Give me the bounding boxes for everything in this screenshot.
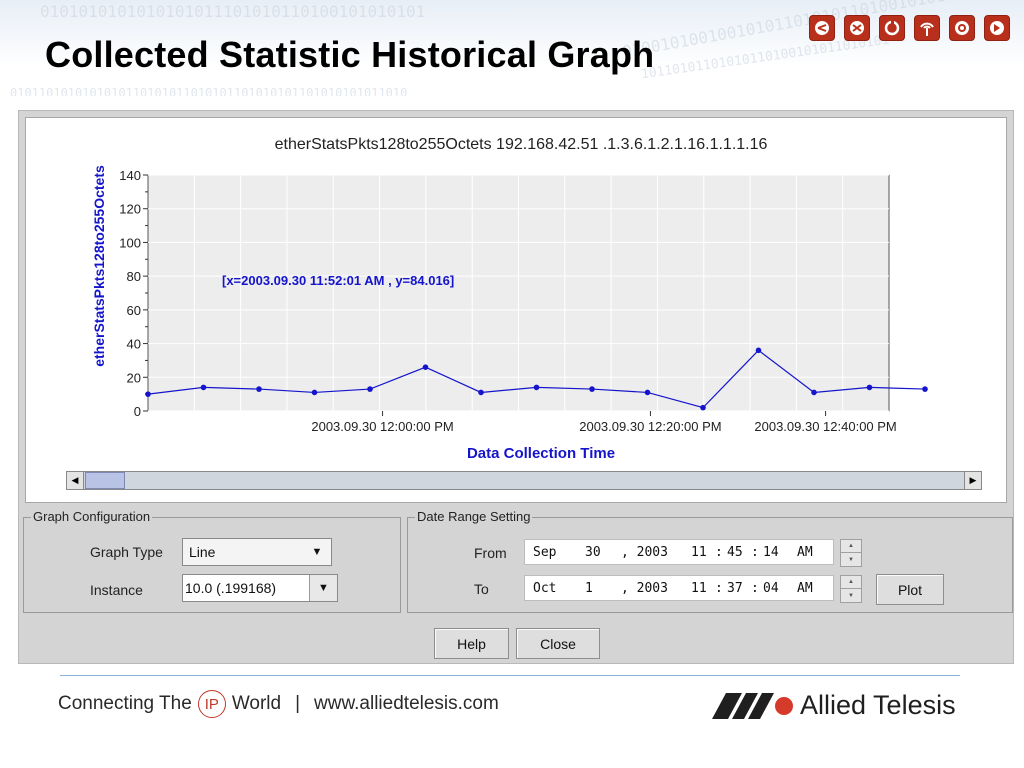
ip-badge: IP bbox=[197, 690, 226, 718]
header-icon-bar bbox=[809, 15, 1010, 41]
to-minute[interactable]: 37 bbox=[727, 581, 743, 596]
scroll-right-button[interactable]: ▶ bbox=[964, 472, 981, 489]
from-datetime-field[interactable]: Sep 30 , 2003 11 : 45 : 14 AM bbox=[524, 539, 834, 565]
data-point bbox=[145, 391, 151, 397]
to-label: To bbox=[474, 581, 489, 597]
to-hour[interactable]: 11 bbox=[691, 581, 707, 596]
to-day[interactable]: 1 bbox=[585, 581, 593, 596]
instance-combo[interactable]: 10.0 (.199168) ▼ bbox=[182, 574, 338, 602]
x-axis-title: Data Collection Time bbox=[466, 445, 616, 462]
y-tick-label: 140 bbox=[119, 168, 141, 183]
from-ampm[interactable]: AM bbox=[797, 545, 813, 560]
to-second[interactable]: 04 bbox=[763, 581, 779, 596]
slide-header: 0101010101010101011101010110100101010101… bbox=[0, 0, 1024, 96]
chevron-down-icon[interactable]: ▼ bbox=[303, 539, 331, 565]
data-point bbox=[533, 384, 540, 391]
y-tick-label: 20 bbox=[127, 370, 141, 385]
binary-pattern: 0101101010101010110101011010101101010101… bbox=[10, 86, 408, 96]
data-point bbox=[367, 386, 373, 392]
data-point bbox=[811, 389, 817, 396]
spin-down-icon[interactable]: ▼ bbox=[841, 589, 861, 602]
y-axis-title: etherStatsPkts128to255Octets bbox=[91, 165, 107, 367]
logo-text: Allied Telesis bbox=[800, 690, 956, 720]
hover-annotation: [x=2003.09.30 11:52:01 AM , y=84.016] bbox=[222, 273, 454, 288]
y-tick-label: 100 bbox=[119, 235, 141, 250]
data-point bbox=[866, 384, 873, 391]
tagline-suffix: World bbox=[231, 693, 282, 714]
plot-button[interactable]: Plot bbox=[876, 574, 944, 605]
footer-divider bbox=[60, 675, 960, 676]
chart-panel: etherStatsPkts128to255Octets 192.168.42.… bbox=[25, 117, 1007, 503]
data-point bbox=[644, 389, 651, 396]
logo-mark-icon bbox=[712, 692, 793, 719]
graph-type-label: Graph Type bbox=[90, 544, 163, 560]
close-button[interactable]: Close bbox=[516, 628, 600, 659]
allied-telesis-logo: Allied Telesis bbox=[712, 690, 956, 721]
from-minute[interactable]: 45 bbox=[727, 545, 743, 560]
data-point bbox=[311, 389, 318, 396]
from-month[interactable]: Sep bbox=[533, 545, 556, 560]
graph-configuration-group: Graph Configuration Graph Type Line ▼ In… bbox=[23, 509, 401, 613]
group-title: Graph Configuration bbox=[31, 509, 153, 524]
y-tick-label: 120 bbox=[119, 202, 141, 217]
x-tick-label: 2003.09.30 12:00:00 PM bbox=[311, 419, 453, 434]
x-tick-label: 2003.09.30 12:40:00 PM bbox=[754, 419, 896, 434]
graph-type-select[interactable]: Line ▼ bbox=[182, 538, 332, 566]
forward-icon bbox=[984, 15, 1010, 41]
y-tick-label: 80 bbox=[127, 269, 141, 284]
from-label: From bbox=[474, 545, 507, 561]
data-point bbox=[922, 386, 928, 392]
data-point bbox=[700, 404, 706, 411]
share-icon bbox=[809, 15, 835, 41]
to-datetime-field[interactable]: Oct 1 , 2003 11 : 37 : 04 AM bbox=[524, 575, 834, 601]
date-range-group: Date Range Setting From Sep 30 , 2003 11… bbox=[407, 509, 1013, 613]
data-point bbox=[589, 386, 595, 392]
scroll-thumb[interactable] bbox=[85, 472, 125, 489]
historical-graph-window: etherStatsPkts128to255Octets 192.168.42.… bbox=[18, 110, 1014, 664]
help-button[interactable]: Help bbox=[434, 628, 509, 659]
data-point bbox=[200, 384, 207, 391]
data-point bbox=[422, 364, 429, 370]
spin-down-icon[interactable]: ▼ bbox=[841, 553, 861, 566]
y-tick-label: 60 bbox=[127, 303, 141, 318]
to-month[interactable]: Oct bbox=[533, 581, 556, 596]
y-tick-label: 40 bbox=[127, 337, 141, 352]
from-spinner[interactable]: ▲ ▼ bbox=[840, 539, 862, 567]
chart-horizontal-scrollbar[interactable]: ◀ ▶ bbox=[66, 471, 982, 490]
data-point bbox=[755, 347, 762, 354]
spin-up-icon[interactable]: ▲ bbox=[841, 576, 861, 589]
line-chart[interactable]: 0 20 40 60 80 100 120 140 2003.09.30 12:00:00 PM… bbox=[26, 118, 1006, 468]
to-spinner[interactable]: ▲ ▼ bbox=[840, 575, 862, 603]
data-point bbox=[478, 389, 484, 396]
footer-url: www.alliedtelesis.com bbox=[314, 693, 499, 714]
target-icon bbox=[949, 15, 975, 41]
binary-pattern: 0101010101010101011101010110100101010101 bbox=[40, 2, 426, 21]
slide-title: Collected Statistic Historical Graph bbox=[45, 34, 655, 75]
from-day[interactable]: 30 bbox=[585, 545, 601, 560]
data-point bbox=[256, 386, 262, 392]
tagline-prefix: Connecting The bbox=[58, 693, 192, 714]
spin-up-icon[interactable]: ▲ bbox=[841, 540, 861, 553]
from-second[interactable]: 14 bbox=[763, 545, 779, 560]
group-title: Date Range Setting bbox=[415, 509, 533, 524]
to-ampm[interactable]: AM bbox=[797, 581, 813, 596]
graph-type-value: Line bbox=[189, 544, 216, 560]
from-year[interactable]: , 2003 bbox=[621, 545, 668, 560]
to-year[interactable]: , 2003 bbox=[621, 581, 668, 596]
scroll-left-button[interactable]: ◀ bbox=[67, 472, 84, 489]
shuffle-icon bbox=[844, 15, 870, 41]
footer-tagline: Connecting The IP World | www.alliedtele… bbox=[58, 690, 499, 718]
footer-separator: | bbox=[295, 693, 301, 714]
x-tick-label: 2003.09.30 12:20:00 PM bbox=[579, 419, 721, 434]
chevron-down-icon[interactable]: ▼ bbox=[309, 575, 337, 601]
instance-value: 10.0 (.199168) bbox=[185, 580, 277, 596]
y-tick-label: 0 bbox=[134, 404, 141, 419]
broadcast-icon bbox=[914, 15, 940, 41]
from-hour[interactable]: 11 bbox=[691, 545, 707, 560]
instance-label: Instance bbox=[90, 582, 143, 598]
refresh-icon bbox=[879, 15, 905, 41]
